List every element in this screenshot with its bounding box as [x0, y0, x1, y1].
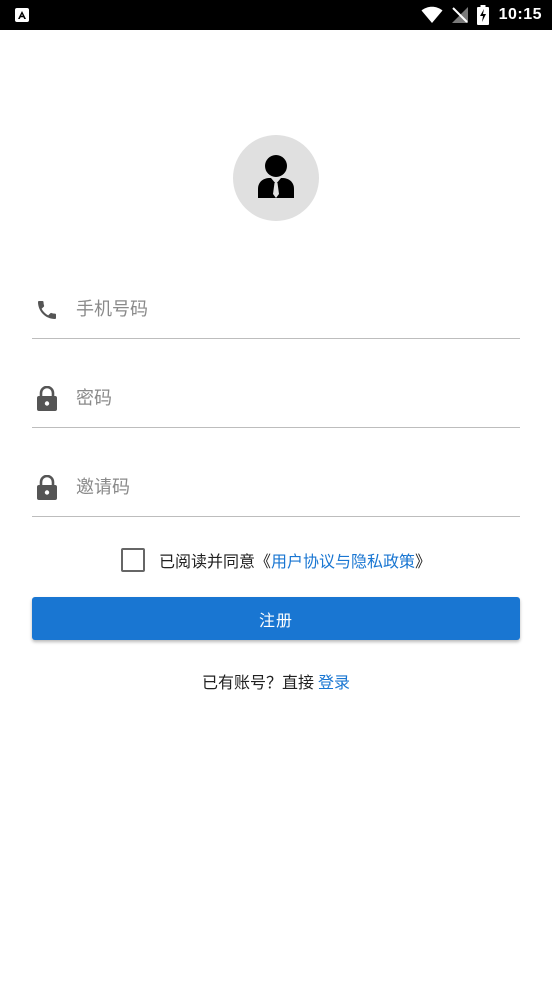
- lock-icon: [37, 475, 57, 500]
- login-prompt-text: 已有账号？直接: [201, 673, 314, 692]
- agreement-prefix: 已阅读并同意《: [158, 552, 271, 571]
- login-link[interactable]: 登录: [318, 669, 350, 693]
- battery-charging-icon: [476, 5, 489, 25]
- avatar: [233, 135, 319, 221]
- register-button[interactable]: 注册: [32, 597, 520, 640]
- status-bar: 10:15: [0, 0, 552, 30]
- invite-code-input[interactable]: [76, 472, 506, 502]
- password-input[interactable]: [76, 383, 506, 413]
- phone-input[interactable]: [76, 294, 506, 324]
- app-notification-icon: [15, 8, 29, 22]
- phone-icon: [38, 301, 56, 319]
- login-prompt: 已有账号？直接 登录: [0, 668, 552, 694]
- phone-field: [32, 278, 520, 339]
- lock-icon: [37, 386, 57, 411]
- wifi-icon: [421, 6, 443, 23]
- status-time: 10:15: [498, 6, 542, 23]
- agreement-link[interactable]: 用户协议与隐私政策: [271, 548, 415, 572]
- agreement-row: 已阅读并同意《 用户协议与隐私政策 》: [0, 544, 552, 576]
- no-signal-icon: [451, 7, 468, 23]
- user-avatar-icon: [258, 155, 294, 198]
- agreement-suffix: 》: [415, 552, 432, 571]
- invite-code-field: [32, 456, 520, 517]
- password-field: [32, 367, 520, 428]
- agreement-checkbox[interactable]: [120, 548, 145, 572]
